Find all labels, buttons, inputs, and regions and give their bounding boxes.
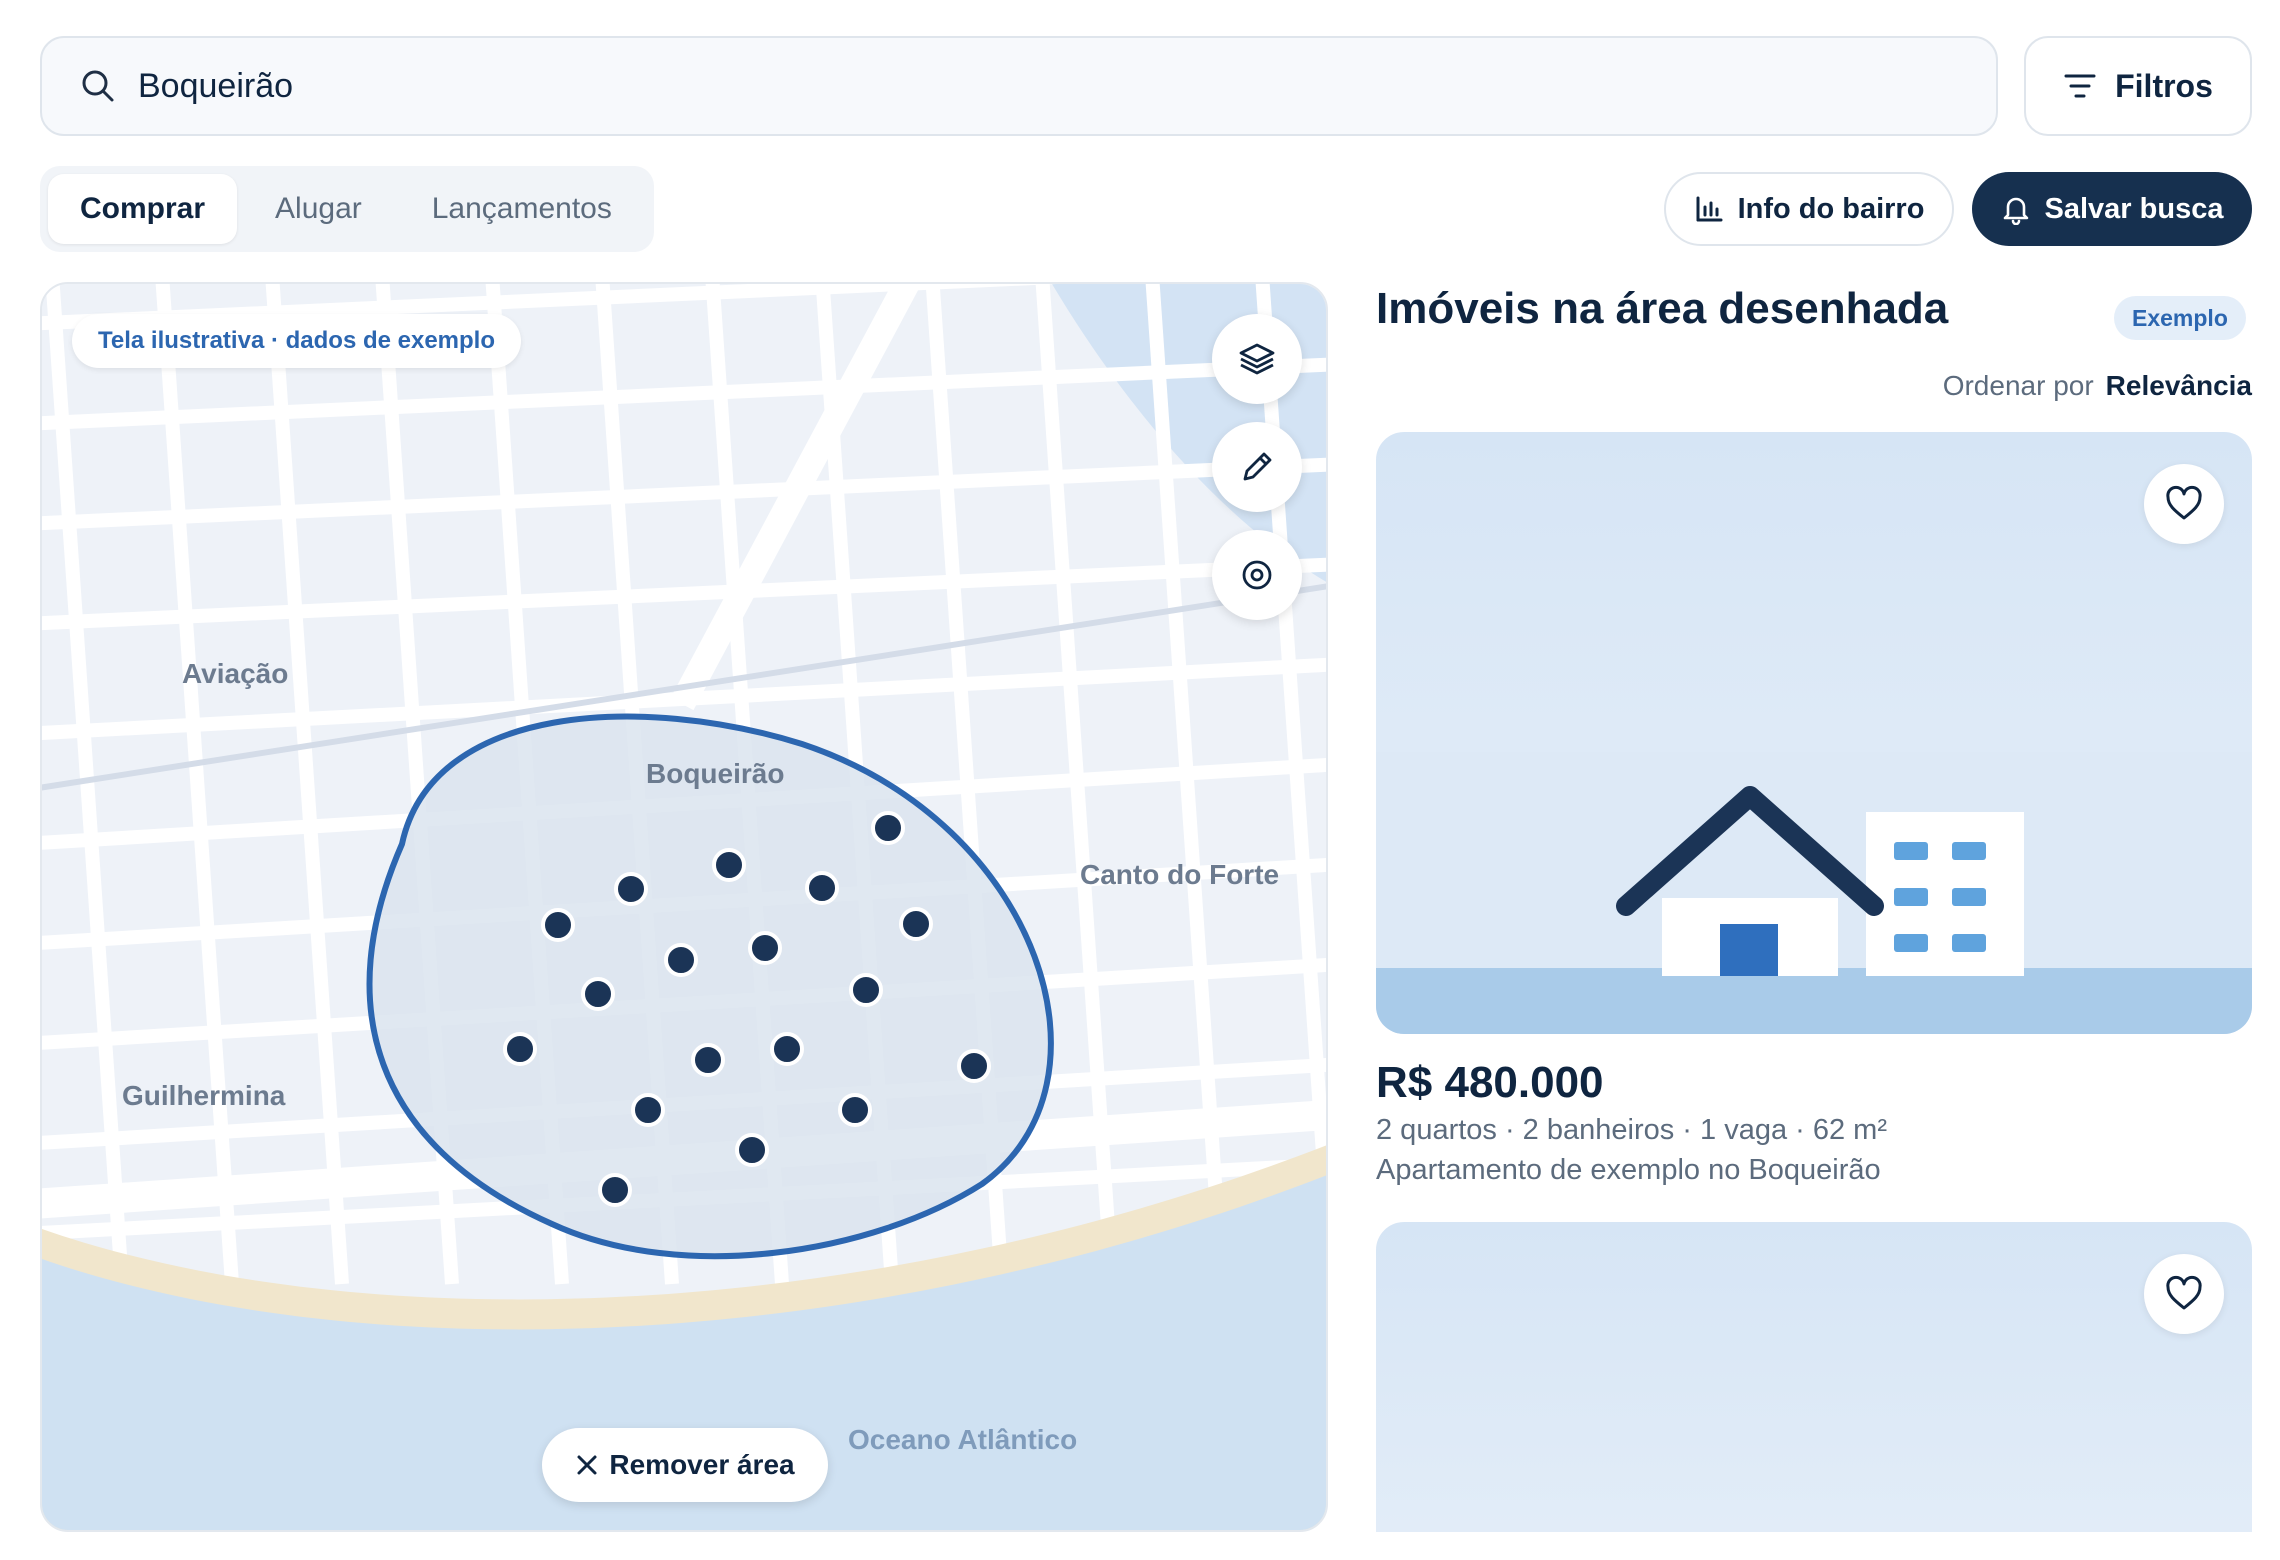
map-view[interactable]: Tela ilustrativa · dados de exemplo Avia… [40, 282, 1328, 1532]
property-pin [838, 1093, 872, 1127]
property-pin [805, 871, 839, 905]
remove-area-button[interactable]: Remover área [542, 1428, 828, 1502]
building-icon [1866, 812, 2024, 976]
map-label-aviacao: Aviação [182, 658, 289, 689]
results-title: Imóveis na área desenhada [1376, 284, 1949, 333]
listing-image[interactable] [1376, 432, 2252, 1034]
listing-description: Apartamento de exemplo no Boqueirão [1376, 1154, 1881, 1186]
listing-price: R$ 480.000 [1376, 1058, 1604, 1107]
search-bar[interactable] [40, 36, 1998, 136]
transaction-tabs: Comprar Alugar Lançamentos [40, 166, 654, 252]
filters-label: Filtros [2115, 67, 2213, 104]
sort-control[interactable]: Ordenar por Relevância [1943, 370, 2252, 402]
info-button-label: Info do bairro [1737, 192, 1925, 225]
property-pin [664, 943, 698, 977]
bell-icon [2003, 197, 2028, 225]
property-pin [631, 1093, 665, 1127]
filters-button[interactable]: Filtros [2024, 36, 2252, 136]
save-button-label: Salvar busca [2044, 192, 2224, 225]
property-pin [581, 977, 615, 1011]
heart-icon [2166, 1275, 2202, 1310]
property-pin [748, 931, 782, 965]
save-search-button[interactable]: Salvar busca [1972, 172, 2252, 246]
property-pin [899, 907, 933, 941]
remove-area-label: Remover área [609, 1449, 795, 1480]
favorite-button[interactable] [2144, 464, 2224, 544]
filter-icon [2064, 74, 2096, 98]
map-label-guilhermina: Guilhermina [122, 1080, 286, 1111]
locate-icon [1242, 560, 1272, 590]
map-label-canto-do-forte: Canto do Forte [1080, 859, 1280, 890]
property-pin [691, 1043, 725, 1077]
example-badge: Exemplo [2114, 296, 2246, 340]
sort-label: Ordenar por [1942, 370, 2094, 401]
property-pin [503, 1032, 537, 1066]
tab-comprar[interactable]: Comprar [48, 174, 238, 244]
map-label-boqueirao: Boqueirão [646, 758, 785, 789]
tab-lancamentos[interactable]: Lançamentos [400, 174, 644, 244]
layers-icon [1239, 343, 1275, 375]
property-pin [871, 811, 905, 845]
illustrative-note: Tela ilustrativa · dados de exemplo [72, 314, 522, 368]
property-pin [541, 908, 575, 942]
bottom-fade [0, 1532, 2280, 1560]
neighborhood-info-button[interactable]: Info do bairro [1664, 172, 1954, 246]
listing-illustration [1376, 432, 2252, 1034]
map-label-ocean: Oceano Atlântico [848, 1424, 1078, 1455]
sort-value[interactable]: Relevância [2106, 370, 2252, 401]
property-pin [614, 872, 648, 906]
search-input[interactable] [136, 65, 1840, 107]
pencil-icon [1243, 452, 1272, 481]
favorite-button[interactable] [2144, 1254, 2224, 1334]
property-pin [712, 848, 746, 882]
bar-chart-icon [1696, 196, 1723, 222]
property-pin [770, 1032, 804, 1066]
locate-button[interactable] [1212, 530, 1302, 620]
close-icon [577, 1455, 597, 1475]
property-pin [957, 1049, 991, 1083]
draw-area-button[interactable] [1212, 422, 1302, 512]
heart-icon [2166, 485, 2202, 520]
listing-details: 2 quartos · 2 banheiros · 1 vaga · 62 m² [1376, 1114, 1887, 1146]
map-canvas[interactable] [42, 284, 1328, 1532]
property-pin [598, 1173, 632, 1207]
property-pin [849, 973, 883, 1007]
property-pin [735, 1133, 769, 1167]
search-icon [82, 70, 114, 102]
layers-button[interactable] [1212, 314, 1302, 404]
tab-alugar[interactable]: Alugar [243, 174, 394, 244]
listing-image[interactable] [1376, 1222, 2252, 1560]
